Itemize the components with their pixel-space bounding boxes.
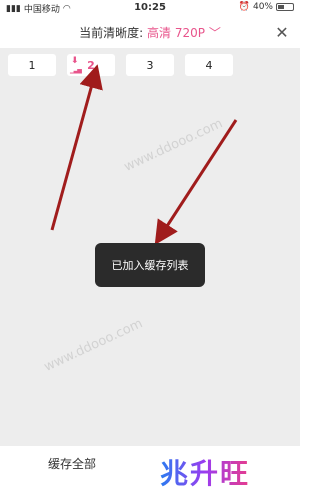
episode-item-1[interactable]: 1 [8, 54, 56, 76]
quality-selector[interactable]: 当前清晰度: 高清 720P ﹀ [0, 24, 300, 41]
episode-item-4[interactable]: 4 [185, 54, 233, 76]
download-icon: ⬇ [71, 56, 79, 66]
battery-percent: 40% [252, 2, 273, 12]
episode-label: 2 [87, 58, 95, 72]
progress-icon: ▁▃▅ [70, 67, 82, 74]
header: 当前清晰度: 高清 720P ﹀ ✕ [0, 16, 300, 48]
brand-logo: 兆升旺 [160, 452, 250, 492]
toast-message: 已加入缓存列表 [95, 243, 205, 287]
episode-label: 4 [205, 58, 213, 72]
close-button[interactable]: ✕ [272, 22, 292, 42]
chevron-down-icon: ﹀ [208, 26, 221, 40]
episode-item-2[interactable]: ⬇ ▁▃▅ 2 [67, 54, 115, 76]
alarm-icon: ⏰ [238, 2, 250, 12]
save-all-button[interactable]: 缓存全部 [48, 455, 96, 472]
episode-label: 3 [146, 58, 154, 72]
episode-list: 1 ⬇ ▁▃▅ 2 3 4 [8, 54, 233, 76]
quality-value: 高清 720P [147, 26, 205, 40]
quality-label: 当前清晰度: [79, 26, 144, 40]
status-right: ⏰ 40% [239, 2, 294, 12]
episode-label: 1 [28, 58, 36, 72]
close-icon: ✕ [275, 22, 289, 42]
status-bar: ▮▮▮ 中国移动 ◠ 10:25 ⏰ 40% [0, 0, 300, 16]
watermark: www.ddooo.com [41, 316, 146, 375]
battery-icon [276, 3, 294, 11]
footer: 缓存全部 兆升旺 [0, 446, 300, 502]
watermark: www.ddooo.com [121, 116, 226, 175]
episode-item-3[interactable]: 3 [126, 54, 174, 76]
